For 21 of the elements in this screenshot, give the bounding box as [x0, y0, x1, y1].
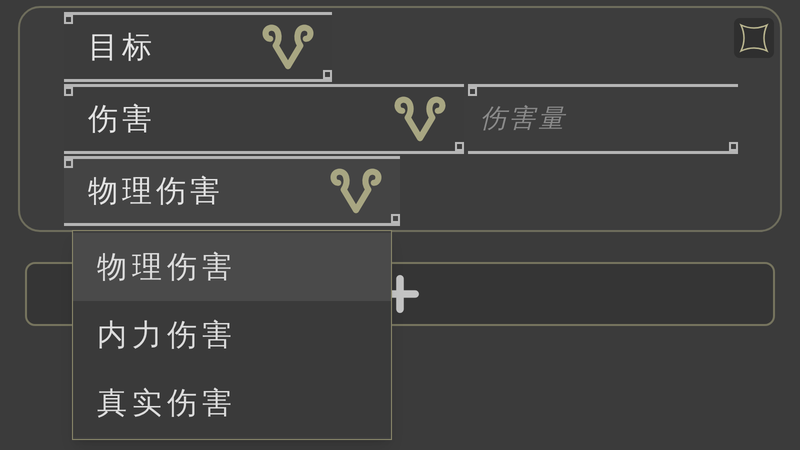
star-frame-icon	[739, 23, 769, 53]
corner-ornament-icon	[64, 15, 73, 24]
menu-option[interactable]: 内力伤害	[73, 301, 391, 369]
corner-ornament-icon	[323, 70, 332, 79]
menu-option[interactable]: 真实伤害	[73, 369, 391, 437]
dropdown[interactable]: 伤害	[64, 84, 464, 154]
amount-input[interactable]: 伤害量	[480, 100, 738, 138]
dropdown[interactable]: 物理伤害	[64, 156, 400, 226]
close-button[interactable]	[734, 18, 774, 58]
corner-ornament-icon	[64, 87, 73, 96]
dropdown-value: 物理伤害	[88, 172, 224, 210]
amount-field[interactable]: 伤害量	[468, 84, 738, 154]
dropdown-value: 伤害	[88, 100, 156, 138]
corner-ornament-icon	[729, 142, 738, 151]
corner-ornament-icon	[468, 87, 477, 96]
dropdown-value: 目标	[88, 28, 156, 66]
corner-ornament-icon	[391, 214, 400, 223]
dropdown[interactable]: 目标	[64, 12, 332, 82]
corner-ornament-icon	[64, 159, 73, 168]
menu-option[interactable]: 物理伤害	[73, 233, 391, 301]
corner-ornament-icon	[455, 142, 464, 151]
